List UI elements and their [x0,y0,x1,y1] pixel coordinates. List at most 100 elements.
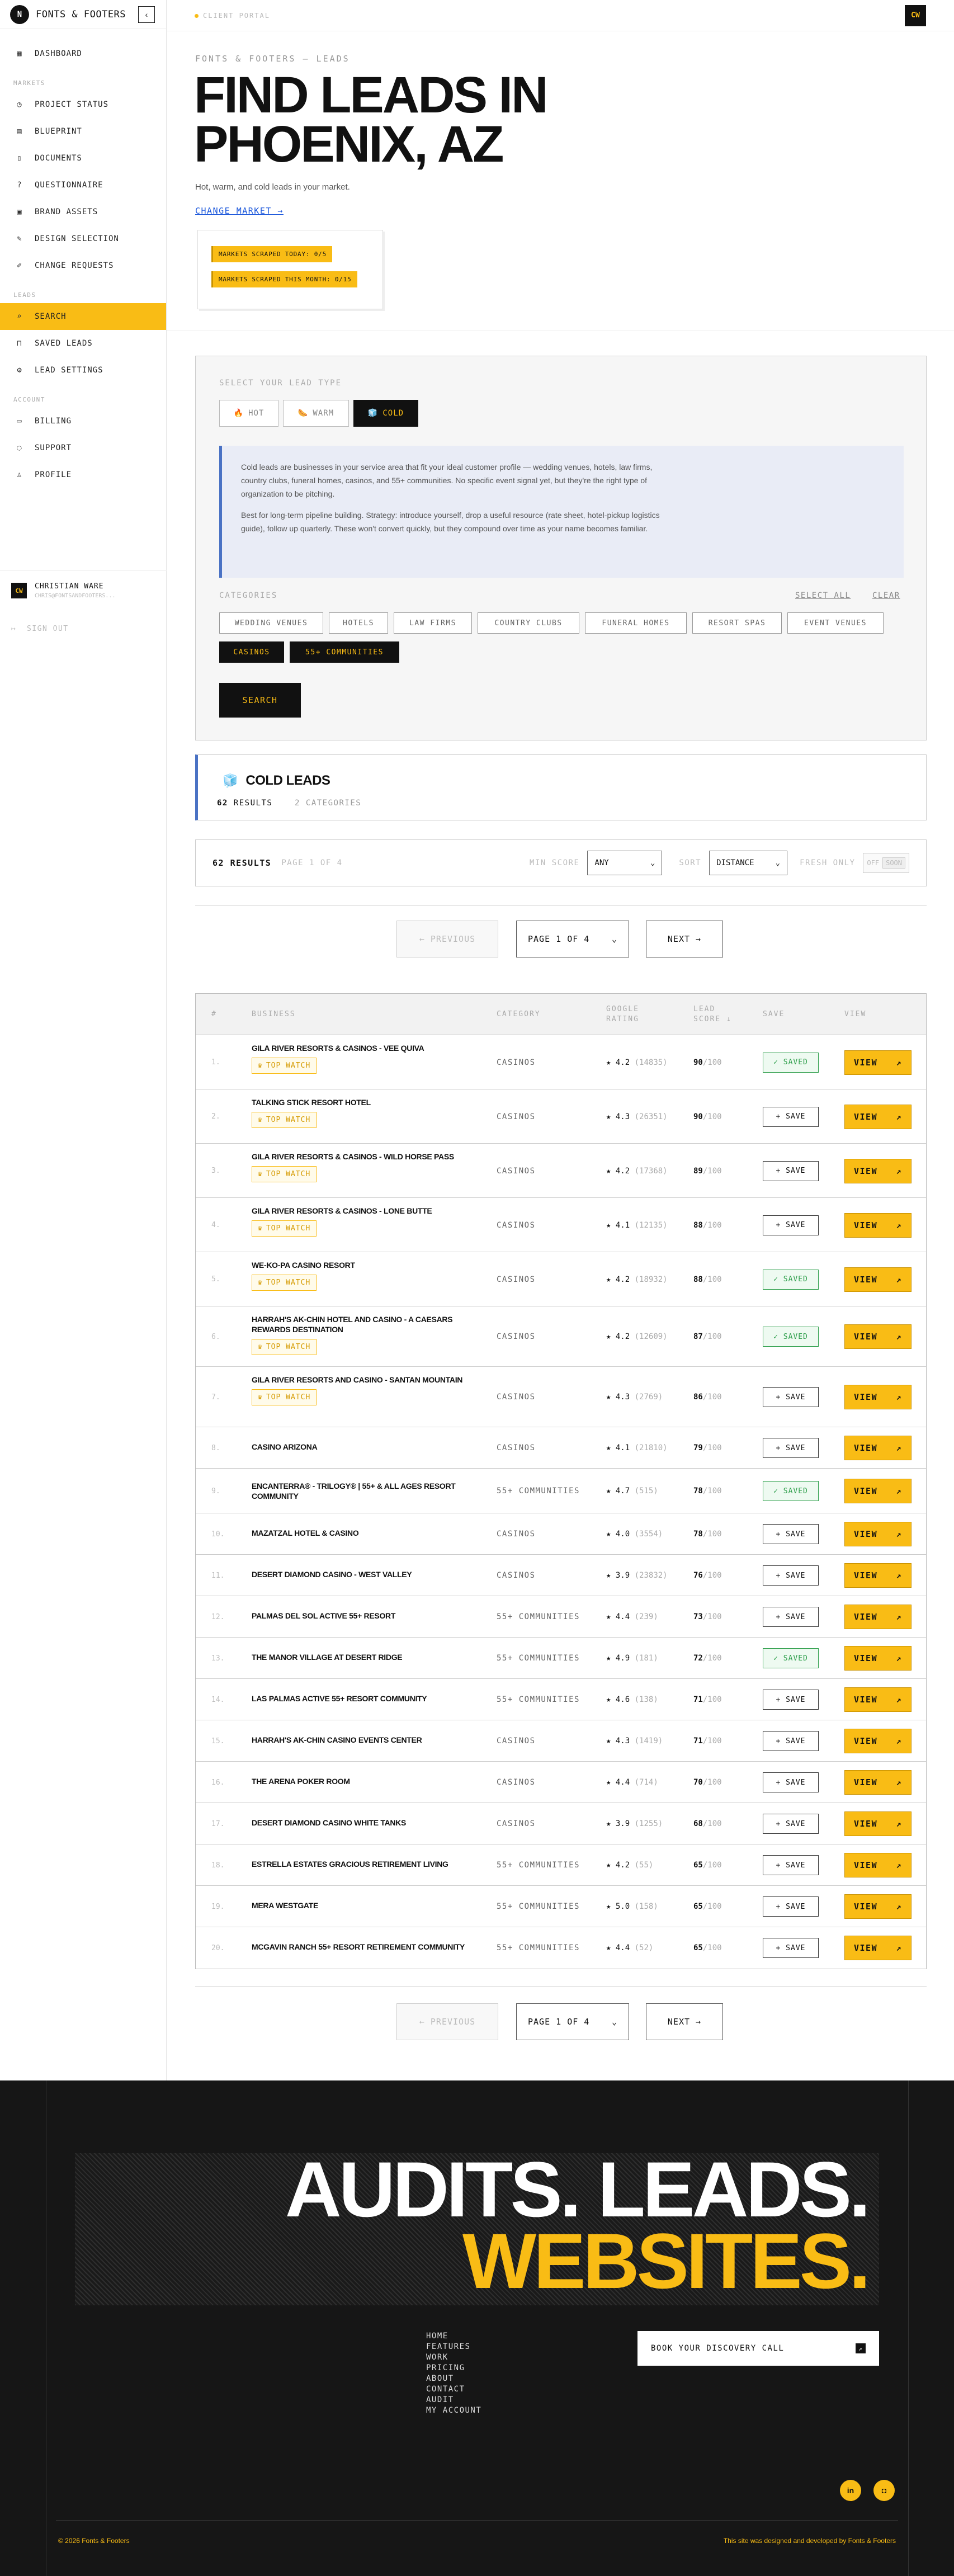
sidebar-item-search[interactable]: ⌕ SEARCH [0,303,166,330]
save-button[interactable]: + SAVE [763,1938,819,1958]
save-button[interactable]: + SAVE [763,1524,819,1544]
saved-button[interactable]: ✓ SAVED [763,1648,819,1668]
view-button[interactable]: VIEW ↗ [844,1936,912,1960]
business-name[interactable]: WE-KO-PA CASINO RESORT [252,1260,487,1270]
business-name[interactable]: PALMAS DEL SOL ACTIVE 55+ RESORT [252,1611,487,1621]
view-button[interactable]: VIEW ↗ [844,1853,912,1877]
business-name[interactable]: GILA RIVER RESORTS & CASINOS - WILD HORS… [252,1152,487,1162]
footer-link-features[interactable]: FEATURES [426,2342,481,2352]
avatar-menu[interactable]: CW [905,4,926,26]
page-select-bottom[interactable]: PAGE 1 OF 4 ⌄ [516,2003,629,2040]
lead-type-hot-button[interactable]: 🔥 HOT [219,400,278,427]
view-button[interactable]: VIEW ↗ [844,1563,912,1588]
view-button[interactable]: VIEW ↗ [844,1522,912,1546]
sidebar-item-blueprint[interactable]: ▤ BLUEPRINT [0,118,166,145]
save-button[interactable]: + SAVE [763,1731,819,1751]
sidebar-item-dashboard[interactable]: ▦ DASHBOARD [0,40,166,67]
business-name[interactable]: GILA RIVER RESORTS & CASINOS - LONE BUTT… [252,1206,487,1216]
save-button[interactable]: + SAVE [763,1896,819,1917]
previous-page-button[interactable]: ← PREVIOUS [396,921,498,957]
linkedin-icon[interactable]: in [840,2480,861,2501]
min-score-select[interactable]: ANY ⌄ [587,851,663,875]
sidebar-item-lead-settings[interactable]: ⚙ LEAD SETTINGS [0,357,166,384]
category-55-communities[interactable]: 55+ COMMUNITIES [290,641,399,663]
footer-link-work[interactable]: WORK [426,2352,481,2363]
business-name[interactable]: MCGAVIN RANCH 55+ RESORT RETIREMENT COMM… [252,1942,487,1952]
save-button[interactable]: + SAVE [763,1772,819,1792]
footer-link-audit[interactable]: AUDIT [426,2395,481,2405]
saved-button[interactable]: ✓ SAVED [763,1269,819,1290]
lead-type-warm-button[interactable]: 🌭 WARM [283,400,349,427]
page-select[interactable]: PAGE 1 OF 4 ⌄ [516,921,629,957]
save-button[interactable]: + SAVE [763,1106,819,1127]
business-name[interactable]: LAS PALMAS ACTIVE 55+ RESORT COMMUNITY [252,1693,487,1704]
category-country-clubs[interactable]: COUNTRY CLUBS [478,612,579,634]
footer-link-contact[interactable]: CONTACT [426,2384,481,2395]
sidebar-item-saved-leads[interactable]: ⊓ SAVED LEADS [0,330,166,357]
business-name[interactable]: MERA WESTGATE [252,1900,487,1910]
lead-type-cold-button[interactable]: 🧊 COLD [353,400,418,427]
business-name[interactable]: HARRAH'S AK-CHIN HOTEL AND CASINO - A CA… [252,1314,487,1334]
sidebar-item-billing[interactable]: ▭ BILLING [0,408,166,435]
view-button[interactable]: VIEW ↗ [844,1811,912,1836]
business-name[interactable]: GILA RIVER RESORTS & CASINOS - VEE QUIVA [252,1043,487,1053]
footer-link-pricing[interactable]: PRICING [426,2363,481,2374]
view-button[interactable]: VIEW ↗ [844,1729,912,1753]
category-funeral-homes[interactable]: FUNERAL HOMES [585,612,687,634]
sort-select[interactable]: DISTANCE ⌄ [709,851,788,875]
view-button[interactable]: VIEW ↗ [844,1267,912,1292]
change-market-link[interactable]: CHANGE MARKET → [195,206,284,216]
business-name[interactable]: THE ARENA POKER ROOM [252,1776,487,1786]
business-name[interactable]: MAZATZAL HOTEL & CASINO [252,1528,487,1538]
search-button[interactable]: SEARCH [219,683,301,718]
next-page-button-bottom[interactable]: NEXT → [646,2003,723,2040]
save-button[interactable]: + SAVE [763,1565,819,1586]
previous-page-button-bottom[interactable]: ← PREVIOUS [396,2003,498,2040]
sidebar-item-support[interactable]: ◌ SUPPORT [0,435,166,461]
save-button[interactable]: + SAVE [763,1387,819,1407]
sidebar-item-design-selection[interactable]: ✎ DESIGN SELECTION [0,225,166,252]
next-page-button[interactable]: NEXT → [646,921,723,957]
business-name[interactable]: ESTRELLA ESTATES GRACIOUS RETIREMENT LIV… [252,1859,487,1869]
business-name[interactable]: THE MANOR VILLAGE AT DESERT RIDGE [252,1652,487,1662]
category-resort-spas[interactable]: RESORT SPAS [692,612,782,634]
view-button[interactable]: VIEW ↗ [844,1385,912,1409]
view-button[interactable]: VIEW ↗ [844,1324,912,1349]
category-event-venues[interactable]: EVENT VENUES [787,612,884,634]
view-button[interactable]: VIEW ↗ [844,1158,912,1183]
category-law-firms[interactable]: LAW FIRMS [394,612,472,634]
view-button[interactable]: VIEW ↗ [844,1050,912,1075]
view-button[interactable]: VIEW ↗ [844,1479,912,1503]
book-discovery-call-button[interactable]: BOOK YOUR DISCOVERY CALL ↗ [637,2331,879,2366]
business-name[interactable]: HARRAH'S AK-CHIN CASINO EVENTS CENTER [252,1735,487,1745]
saved-button[interactable]: ✓ SAVED [763,1327,819,1347]
footer-link-my-account[interactable]: MY ACCOUNT [426,2405,481,2416]
col-score[interactable]: LEAD SCORE ↓ [693,994,738,1035]
logo[interactable]: N [10,4,29,24]
view-button[interactable]: VIEW ↗ [844,1646,912,1671]
business-name[interactable]: CASINO ARIZONA [252,1442,487,1452]
sidebar-item-change-requests[interactable]: ✐ CHANGE REQUESTS [0,252,166,279]
sidebar-item-project-status[interactable]: ◷ PROJECT STATUS [0,91,166,118]
saved-button[interactable]: ✓ SAVED [763,1052,819,1073]
sidebar-item-brand-assets[interactable]: ▣ BRAND ASSETS [0,199,166,225]
view-button[interactable]: VIEW ↗ [844,1104,912,1129]
business-name[interactable]: TALKING STICK RESORT HOTEL [252,1097,487,1107]
view-button[interactable]: VIEW ↗ [844,1436,912,1460]
save-button[interactable]: + SAVE [763,1607,819,1627]
instagram-icon[interactable]: ◘ [873,2480,895,2501]
sidebar-item-questionnaire[interactable]: ? QUESTIONNAIRE [0,172,166,199]
view-button[interactable]: VIEW ↗ [844,1212,912,1238]
clear-link[interactable]: CLEAR [872,591,900,600]
save-button[interactable]: + SAVE [763,1160,819,1181]
business-name[interactable]: DESERT DIAMOND CASINO WHITE TANKS [252,1818,487,1828]
save-button[interactable]: + SAVE [763,1814,819,1834]
business-name[interactable]: GILA RIVER RESORTS AND CASINO - SANTAN M… [252,1375,487,1385]
chevron-left-icon[interactable]: ‹ [138,6,155,23]
save-button[interactable]: + SAVE [763,1438,819,1458]
footer-link-home[interactable]: HOME [426,2331,481,2342]
footer-link-about[interactable]: ABOUT [426,2374,481,2384]
select-all-link[interactable]: SELECT ALL [795,591,851,600]
category-wedding-venues[interactable]: WEDDING VENUES [219,612,323,634]
business-name[interactable]: ENCANTERRA® - TRILOGY® | 55+ & ALL AGES … [252,1481,487,1501]
